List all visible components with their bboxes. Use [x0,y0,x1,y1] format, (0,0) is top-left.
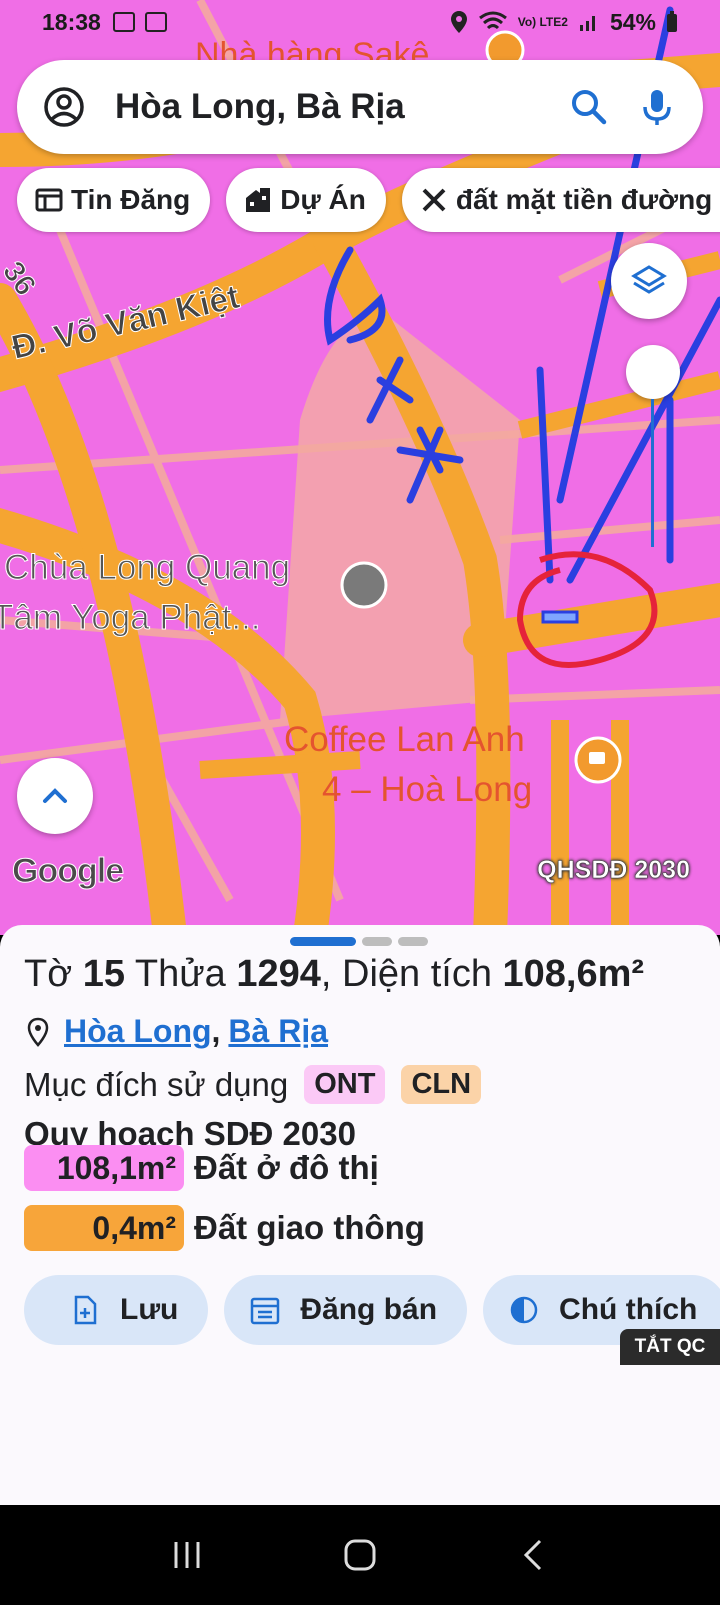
area-label: , Diện tích [320,953,492,995]
chip-label: Dự Án [280,184,366,215]
recent-apps-button[interactable] [163,1531,211,1579]
plan-item-label: Đất giao thông [194,1209,425,1246]
google-logo: Google [11,852,124,891]
calendar-icon [251,1297,280,1325]
save-button[interactable]: Lưu [24,1275,209,1345]
action-buttons: Lưu Đăng bán Chú thích [24,1275,720,1345]
chip-label: đất mặt tiền đường s [455,184,720,215]
listing-icon [35,188,63,212]
save-button-label: Lưu [120,1293,179,1326]
chip-du-an[interactable]: Dự Án [226,168,386,232]
post-sale-button-label: Đăng bán [300,1293,438,1326]
chevron-up-icon [43,788,67,803]
sheet-page-indicator [362,937,392,946]
plan-item-urban-residential: 108,1m² Đất ở đô thị [24,1145,379,1191]
status-bar: 18:38 Vo) LTE2 54% [0,0,720,44]
legend-button-label: Chú thích [559,1293,698,1326]
battery-icon [667,11,677,32]
tools-icon [422,188,446,212]
pagoda-marker-icon [340,561,388,609]
save-icon [74,1295,97,1325]
search-query[interactable]: Hòa Long, Bà Rịa [115,87,567,127]
plan-layer-label: QHSDĐ 2030 [537,856,690,885]
back-button[interactable] [509,1531,557,1579]
gallery-notification-icon [112,12,135,32]
sheet-number: 15 [82,953,125,995]
chip-label: Tin Đăng [71,184,191,215]
legend-icon [510,1296,538,1324]
yoga-label[interactable]: Tâm Yoga Phật... [0,598,261,638]
wifi-icon [478,11,507,30]
layers-button[interactable] [611,243,687,319]
parcel-number: 1294 [236,953,321,995]
parcel-title: Tờ 15 Thửa 1294, Diện tích 108,6m² [24,953,644,996]
purpose-tag-cln: CLN [401,1065,482,1104]
sheet-label: Tờ [24,953,73,995]
location-pin-icon [27,1017,49,1047]
status-time: 18:38 [42,8,101,35]
building-icon [246,188,271,212]
back-icon [524,1539,542,1571]
parcel-location: Hòa Long, Bà Rịa [26,1013,328,1050]
search-bar[interactable]: Hòa Long, Bà Rịa [17,60,703,154]
network-label: Vo) LTE2 [517,15,568,29]
signal-icon [579,16,595,31]
ward-link[interactable]: Hòa Long [64,1013,212,1050]
land-use-purpose: Mục đích sử dụng ONT CLN [24,1065,482,1104]
recent-apps-icon [174,1542,200,1568]
battery-percentage: 54% [609,8,656,35]
coffee-label-line2[interactable]: 4 – Hoà Long [322,770,532,810]
city-link[interactable]: Bà Rịa [228,1013,328,1050]
home-button[interactable] [336,1531,384,1579]
account-icon[interactable] [43,86,85,128]
plan-item-area: 108,1m² [24,1145,184,1191]
location-icon [450,11,467,33]
map-view[interactable]: Nhà hàng Sakê 36 Đ. Võ Văn Kiệt Chùa Lon… [0,0,720,935]
expand-sheet-button[interactable] [17,758,93,834]
post-sale-button[interactable]: Đăng bán [224,1275,468,1345]
sheet-handle[interactable] [290,937,428,946]
area-value: 108,6m² [502,953,645,995]
purpose-tag-ont: ONT [304,1065,386,1104]
opacity-slider-handle[interactable] [626,345,680,399]
chip-dat-mat-tien[interactable]: đất mặt tiền đường s [401,168,720,232]
sheet-page-indicator-active [290,937,356,946]
layers-icon [631,265,667,294]
opacity-slider-track[interactable] [651,399,654,547]
purpose-label: Mục đích sử dụng [24,1065,289,1103]
home-icon [344,1539,376,1571]
plan-item-transport: 0,4m² Đất giao thông [24,1205,425,1251]
filter-chips: Tin Đăng Dự Án đất mặt tiền đường s [17,168,720,232]
sheet-page-indicator [398,937,428,946]
coffee-label-line1[interactable]: Coffee Lan Anh [284,720,525,760]
chip-tin-dang[interactable]: Tin Đăng [17,168,211,232]
pagoda-label[interactable]: Chùa Long Quang [3,548,290,588]
turn-off-ads-button[interactable]: TẮT QC [620,1329,720,1365]
plan-item-area: 0,4m² [24,1205,184,1251]
microphone-icon[interactable] [635,85,679,129]
plan-item-label: Đất ở đô thị [194,1149,379,1186]
parcel-label: Thửa [134,953,226,995]
calendar-notification-icon [144,12,167,32]
system-navigation-bar [0,1505,720,1605]
parcel-info-sheet: Tờ 15 Thửa 1294, Diện tích 108,6m² Hòa L… [0,925,720,1505]
search-icon[interactable] [567,85,611,129]
